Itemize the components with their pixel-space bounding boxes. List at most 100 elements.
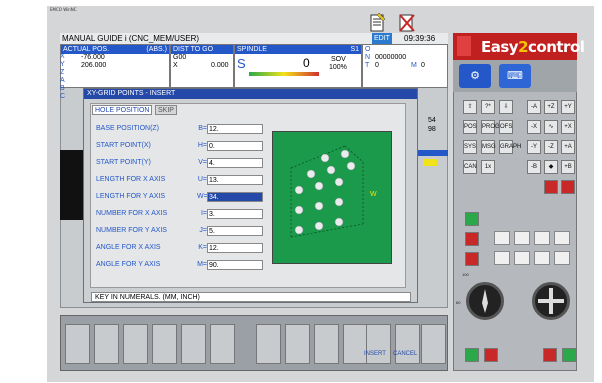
softkey-next[interactable] bbox=[421, 324, 446, 364]
screen-header: MANUAL GUIDE i (CNC_MEM/USER) EDIT 09:39… bbox=[60, 33, 448, 44]
softkey-3[interactable] bbox=[123, 324, 148, 364]
jog-minus-x[interactable]: -X bbox=[527, 120, 541, 134]
door-button[interactable] bbox=[465, 212, 479, 226]
key-graph[interactable]: GRAPH bbox=[499, 140, 521, 154]
mode-key-8[interactable] bbox=[554, 251, 570, 265]
softkey-8[interactable] bbox=[285, 324, 310, 364]
jog-minus-y[interactable]: -Y bbox=[527, 140, 541, 154]
keyboard-tab-icon: ⌨ bbox=[507, 70, 523, 82]
start-point-y-input[interactable]: 4. bbox=[207, 158, 263, 168]
feed-override-knob[interactable] bbox=[466, 282, 504, 320]
spindle-load-bar bbox=[249, 72, 319, 76]
tab-skip[interactable]: SKIP bbox=[155, 105, 177, 115]
insert-softkey[interactable] bbox=[366, 324, 391, 364]
softkey-2[interactable] bbox=[94, 324, 119, 364]
key-msg[interactable]: MSG bbox=[481, 140, 496, 154]
jog-plus-x[interactable]: +X bbox=[561, 120, 575, 134]
position-title: ACTUAL POS. bbox=[63, 46, 110, 53]
m-label: M bbox=[411, 62, 417, 69]
length-y-axis-input[interactable]: 34. bbox=[207, 192, 263, 202]
dist-to-go-box: DIST TO GO G00 X 0.000 bbox=[170, 44, 234, 88]
spindle-start-button[interactable] bbox=[561, 180, 575, 194]
keyboard-tab[interactable]: ⌨ bbox=[499, 64, 531, 88]
machine-tab[interactable]: ⚙ bbox=[459, 64, 491, 88]
cycle-stop-button[interactable] bbox=[484, 348, 498, 362]
key-pos[interactable]: POS bbox=[463, 120, 477, 134]
mode-key-7[interactable] bbox=[534, 251, 550, 265]
tab-hole-position[interactable]: HOLE POSITION bbox=[92, 105, 153, 115]
cancel-softkey[interactable] bbox=[395, 324, 420, 364]
jog-plus-y[interactable]: +Y bbox=[561, 100, 575, 114]
override-scale-low: 60 bbox=[456, 300, 461, 305]
n-label: N bbox=[365, 54, 371, 61]
jog-minus-z[interactable]: -Z bbox=[544, 140, 558, 154]
sov-value: 100% bbox=[329, 64, 347, 71]
key-sys[interactable]: SYS bbox=[463, 140, 477, 154]
angle-y-axis-input[interactable]: 90. bbox=[207, 260, 263, 270]
field-label: LENGTH FOR X AXIS bbox=[96, 176, 166, 183]
softkey-6[interactable] bbox=[210, 324, 235, 364]
dist-x-value: 0.000 bbox=[211, 62, 229, 69]
softkey-9[interactable] bbox=[314, 324, 339, 364]
field-label: NUMBER FOR X AXIS bbox=[96, 210, 168, 217]
emco-logo bbox=[457, 36, 471, 56]
key-ofs[interactable]: OFS bbox=[499, 120, 513, 134]
field-label: LENGTH FOR Y AXIS bbox=[96, 193, 165, 200]
field-address: U= bbox=[197, 176, 207, 183]
field-address: K= bbox=[198, 244, 207, 251]
jog-plus-z[interactable]: +Z bbox=[544, 100, 558, 114]
softkey-5[interactable] bbox=[181, 324, 206, 364]
mode-key-5[interactable] bbox=[494, 251, 510, 265]
spindle-inc-button[interactable] bbox=[562, 348, 576, 362]
insert-label: INSERT bbox=[364, 351, 386, 357]
mode-key-2[interactable] bbox=[514, 231, 530, 245]
spindle-stop-button[interactable] bbox=[544, 180, 558, 194]
spindle-dec-button[interactable] bbox=[543, 348, 557, 362]
key-help[interactable]: ?* bbox=[481, 100, 495, 114]
reset-button[interactable] bbox=[465, 232, 479, 246]
softkey-1[interactable] bbox=[65, 324, 90, 364]
easy2control-logo: Easy2control bbox=[481, 38, 585, 56]
field-label: BASE POSITION(Z) bbox=[96, 125, 160, 132]
dark-panel bbox=[60, 150, 83, 220]
softkey-7[interactable] bbox=[256, 324, 281, 364]
rapid-icon[interactable]: ∿ bbox=[544, 120, 558, 134]
key-down[interactable]: ⇩ bbox=[499, 100, 513, 114]
grid-points-illustration: W bbox=[290, 145, 377, 238]
start-point-x-input[interactable]: 0. bbox=[207, 141, 263, 151]
angle-x-axis-input[interactable]: 12. bbox=[207, 243, 263, 253]
key-prog[interactable]: PROG bbox=[481, 120, 500, 134]
side-marker bbox=[423, 159, 437, 166]
key-1x[interactable]: 1x bbox=[481, 160, 495, 174]
base-position-z-input[interactable]: 12. bbox=[207, 124, 263, 134]
jog-plus-b[interactable]: +B bbox=[561, 160, 575, 174]
t-value: 0 bbox=[375, 62, 379, 69]
mode-key-6[interactable] bbox=[514, 251, 530, 265]
program-info-box: O N 00000000 T 0 M 0 bbox=[362, 44, 448, 88]
field-address: B= bbox=[198, 125, 207, 132]
softkey-bar bbox=[60, 315, 448, 371]
mode-key-1[interactable] bbox=[494, 231, 510, 245]
number-x-axis-input[interactable]: 3. bbox=[207, 209, 263, 219]
feed-stop-button[interactable] bbox=[465, 252, 479, 266]
key-shift[interactable]: ⇧ bbox=[463, 100, 477, 114]
grid-preview-graphic: W bbox=[272, 131, 392, 264]
spindle-override-knob[interactable] bbox=[532, 282, 570, 320]
mode-key-4[interactable] bbox=[554, 231, 570, 245]
length-x-axis-input[interactable]: 13. bbox=[207, 175, 263, 185]
jog-minus-a[interactable]: -A bbox=[527, 100, 541, 114]
number-y-axis-input[interactable]: 5. bbox=[207, 226, 263, 236]
field-label: START POINT(Y) bbox=[96, 159, 151, 166]
key-can[interactable]: CAN bbox=[463, 160, 477, 174]
dialog-title: XY-GRID POINTS - INSERT bbox=[84, 89, 417, 99]
softkey-4[interactable] bbox=[152, 324, 177, 364]
cycle-start-button[interactable] bbox=[465, 348, 479, 362]
window-title: EMCO WinNC bbox=[50, 7, 77, 12]
jog-minus-b[interactable]: -B bbox=[527, 160, 541, 174]
softkey-10[interactable] bbox=[343, 324, 368, 364]
diamond-icon[interactable]: ◆ bbox=[544, 160, 558, 174]
jog-plus-a[interactable]: +A bbox=[561, 140, 575, 154]
insert-icon bbox=[370, 12, 386, 32]
actual-position-box: ACTUAL POS. (ABS.) -76.000 206.000 bbox=[60, 44, 170, 88]
mode-key-3[interactable] bbox=[534, 231, 550, 245]
